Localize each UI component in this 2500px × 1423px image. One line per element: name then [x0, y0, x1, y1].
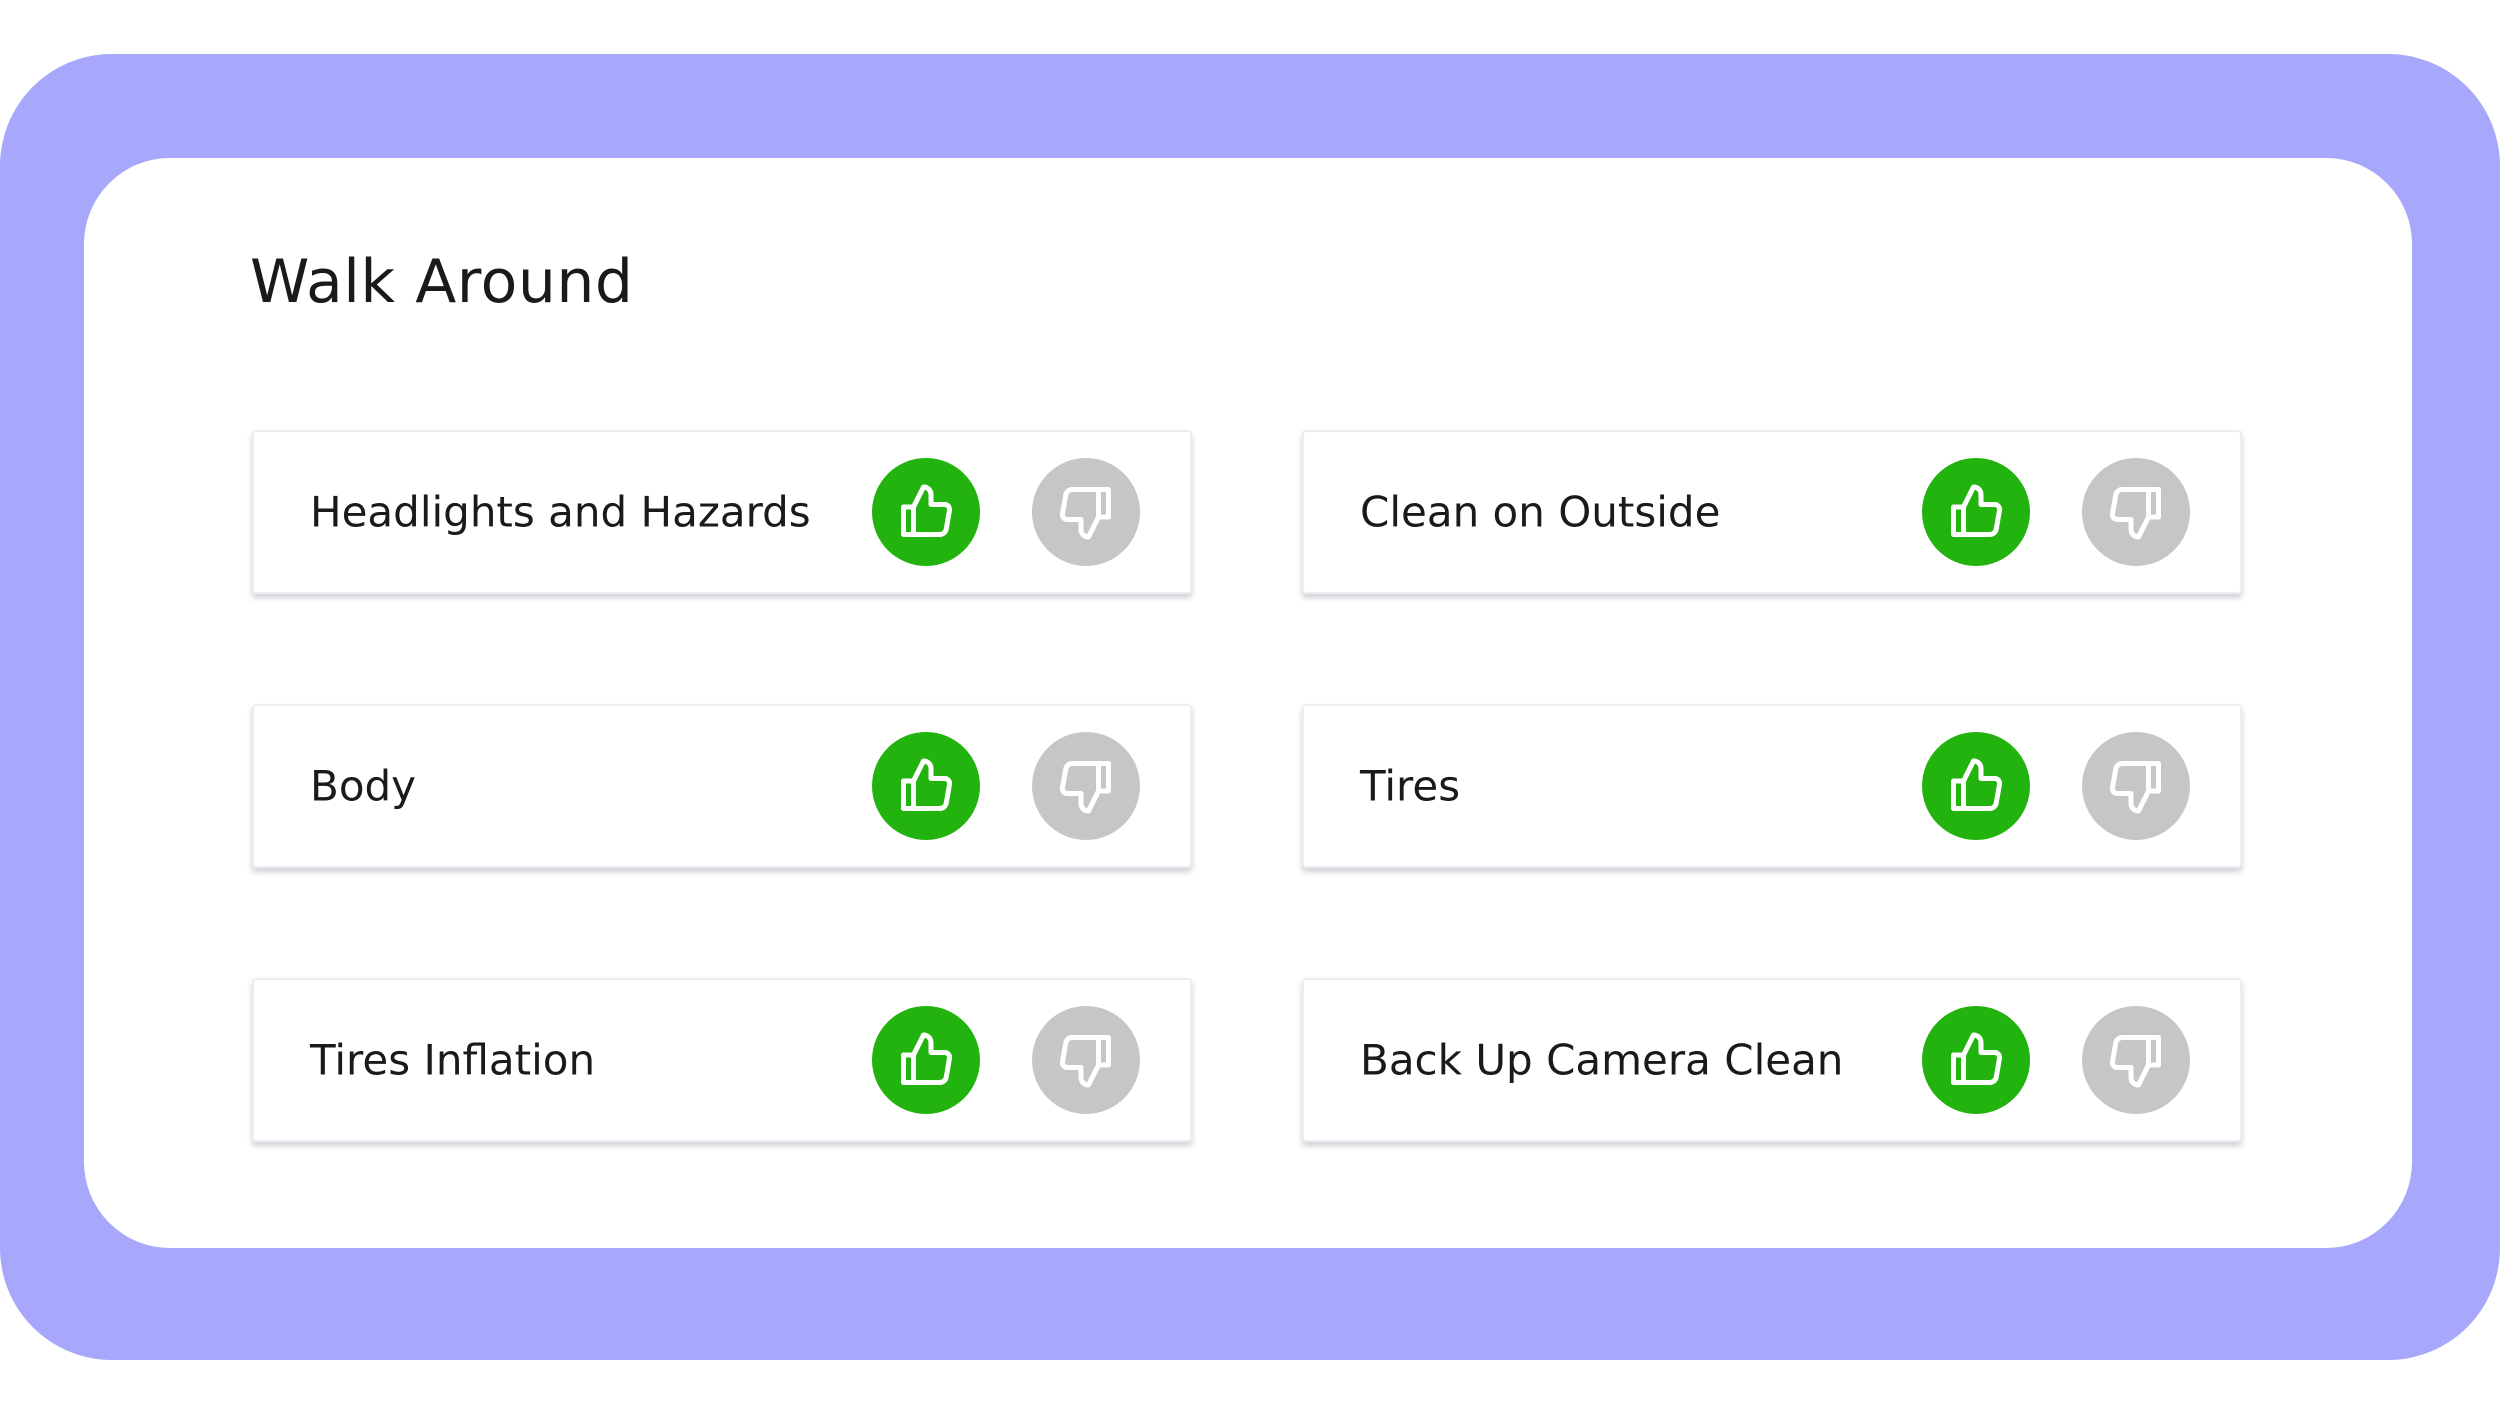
section-title: Walk Around	[250, 247, 634, 317]
thumbs-up-icon	[1946, 756, 2006, 816]
thumbs-down-icon	[1056, 482, 1116, 542]
thumbs-down-button[interactable]	[2082, 458, 2190, 566]
walk-around-panel: Walk Around Headlights and Hazards Clean…	[84, 158, 2412, 1248]
thumbs-up-icon	[896, 756, 956, 816]
thumbs-up-button[interactable]	[872, 1006, 980, 1114]
thumbs-up-button[interactable]	[1922, 1006, 2030, 1114]
checklist-item-tires-inflation: Tires Inflation	[252, 978, 1192, 1142]
checklist-item-back-up-camera-clean: Back Up Camera Clean	[1302, 978, 2242, 1142]
checklist-item-tires: Tires	[1302, 704, 2242, 868]
thumbs-down-icon	[1056, 1030, 1116, 1090]
thumbs-down-button[interactable]	[1032, 458, 1140, 566]
thumbs-up-icon	[1946, 482, 2006, 542]
thumbs-down-icon	[2106, 1030, 2166, 1090]
checklist-item-body: Body	[252, 704, 1192, 868]
thumbs-down-button[interactable]	[2082, 1006, 2190, 1114]
checklist-item-label: Headlights and Hazards	[310, 487, 811, 537]
checklist-item-label: Back Up Camera Clean	[1360, 1035, 1844, 1085]
thumbs-up-button[interactable]	[1922, 458, 2030, 566]
thumbs-down-icon	[2106, 756, 2166, 816]
checklist-item-label: Clean on Outside	[1360, 487, 1721, 537]
thumbs-down-button[interactable]	[2082, 732, 2190, 840]
thumbs-up-button[interactable]	[1922, 732, 2030, 840]
thumbs-down-button[interactable]	[1032, 732, 1140, 840]
checklist-item-label: Body	[310, 761, 417, 811]
thumbs-up-icon	[896, 1030, 956, 1090]
thumbs-up-button[interactable]	[872, 732, 980, 840]
checklist-item-label: Tires Inflation	[310, 1035, 596, 1085]
checklist-item-label: Tires	[1360, 761, 1461, 811]
thumbs-down-button[interactable]	[1032, 1006, 1140, 1114]
checklist-item-headlights-and-hazards: Headlights and Hazards	[252, 430, 1192, 594]
thumbs-down-icon	[2106, 482, 2166, 542]
thumbs-up-icon	[1946, 1030, 2006, 1090]
checklist-item-clean-on-outside: Clean on Outside	[1302, 430, 2242, 594]
thumbs-down-icon	[1056, 756, 1116, 816]
thumbs-up-icon	[896, 482, 956, 542]
thumbs-up-button[interactable]	[872, 458, 980, 566]
